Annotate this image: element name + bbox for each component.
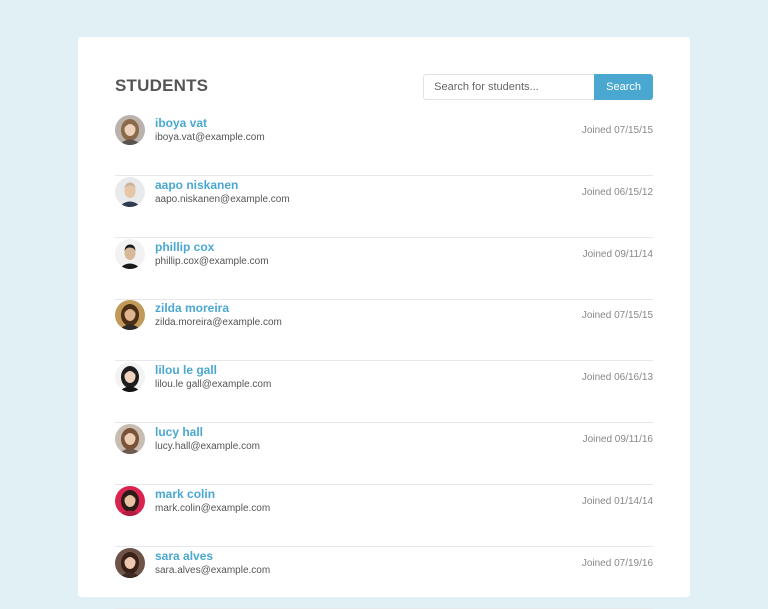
female-avatar-icon — [115, 423, 145, 454]
student-row: iboya vat iboya.vat@example.com Joined 0… — [115, 115, 653, 176]
avatar[interactable] — [115, 176, 145, 207]
student-email: phillip.cox@example.com — [155, 255, 269, 267]
student-list: iboya vat iboya.vat@example.com Joined 0… — [115, 115, 653, 609]
student-email: sara.alves@example.com — [155, 564, 271, 576]
avatar[interactable] — [115, 238, 145, 269]
male-avatar-icon — [115, 238, 145, 269]
student-row: phillip cox phillip.cox@example.com Join… — [115, 238, 653, 300]
joined-date: Joined 09/11/14 — [582, 248, 653, 260]
student-name-link[interactable]: mark colin — [155, 487, 215, 501]
search-input[interactable] — [423, 74, 595, 100]
joined-date: Joined 06/16/13 — [581, 372, 653, 384]
student-row: zilda moreira zilda.moreira@example.com … — [115, 300, 653, 362]
avatar[interactable] — [115, 423, 145, 454]
student-row: aapo niskanen aapo.niskanen@example.com … — [115, 176, 653, 238]
student-email: lucy.hall@example.com — [155, 440, 261, 452]
female-avatar-icon — [115, 300, 145, 331]
avatar[interactable] — [115, 300, 145, 331]
female-avatar-icon — [115, 362, 145, 393]
student-row: sara alves sara.alves@example.com Joined… — [115, 547, 653, 609]
student-name-link[interactable]: aapo niskanen — [155, 178, 238, 192]
student-name-link[interactable]: zilda moreira — [155, 301, 229, 315]
student-email: iboya.vat@example.com — [155, 132, 265, 143]
students-card: STUDENTS Search iboya vat iboya.vat@exam… — [78, 37, 690, 609]
student-row: lucy hall lucy.hall@example.com Joined 0… — [115, 423, 653, 485]
avatar[interactable] — [115, 547, 145, 578]
student-name-link[interactable]: sara alves — [155, 549, 213, 563]
student-email: lilou.le gall@example.com — [155, 379, 272, 391]
male-avatar-icon — [115, 176, 145, 207]
search-bar: Search — [423, 74, 653, 100]
student-row: mark colin mark.colin@example.com Joined… — [115, 485, 653, 547]
avatar[interactable] — [115, 115, 145, 145]
student-email: mark.colin@example.com — [155, 502, 271, 514]
joined-date: Joined 07/15/15 — [581, 310, 653, 322]
page-title: STUDENTS — [115, 76, 209, 95]
joined-date: Joined 07/15/15 — [581, 125, 653, 136]
student-name-link[interactable]: phillip cox — [155, 240, 214, 254]
student-email: zilda.moreira@example.com — [155, 317, 282, 329]
joined-date: Joined 01/14/14 — [581, 495, 653, 507]
joined-date: Joined 07/19/16 — [581, 557, 653, 569]
student-name-link[interactable]: lilou le gall — [155, 363, 217, 377]
student-name-link[interactable]: iboya vat — [155, 116, 207, 130]
joined-date: Joined 06/15/12 — [581, 186, 653, 198]
female-avatar-icon — [115, 115, 145, 145]
avatar[interactable] — [115, 485, 145, 516]
female-avatar-icon — [115, 485, 145, 516]
student-email: aapo.niskanen@example.com — [155, 193, 290, 205]
search-button[interactable]: Search — [594, 74, 653, 100]
female-avatar-icon — [115, 547, 145, 578]
avatar[interactable] — [115, 362, 145, 393]
joined-date: Joined 09/11/16 — [582, 433, 653, 445]
student-name-link[interactable]: lucy hall — [155, 425, 203, 439]
student-row: lilou le gall lilou.le gall@example.com … — [115, 362, 653, 424]
card-header: STUDENTS Search — [115, 74, 653, 102]
